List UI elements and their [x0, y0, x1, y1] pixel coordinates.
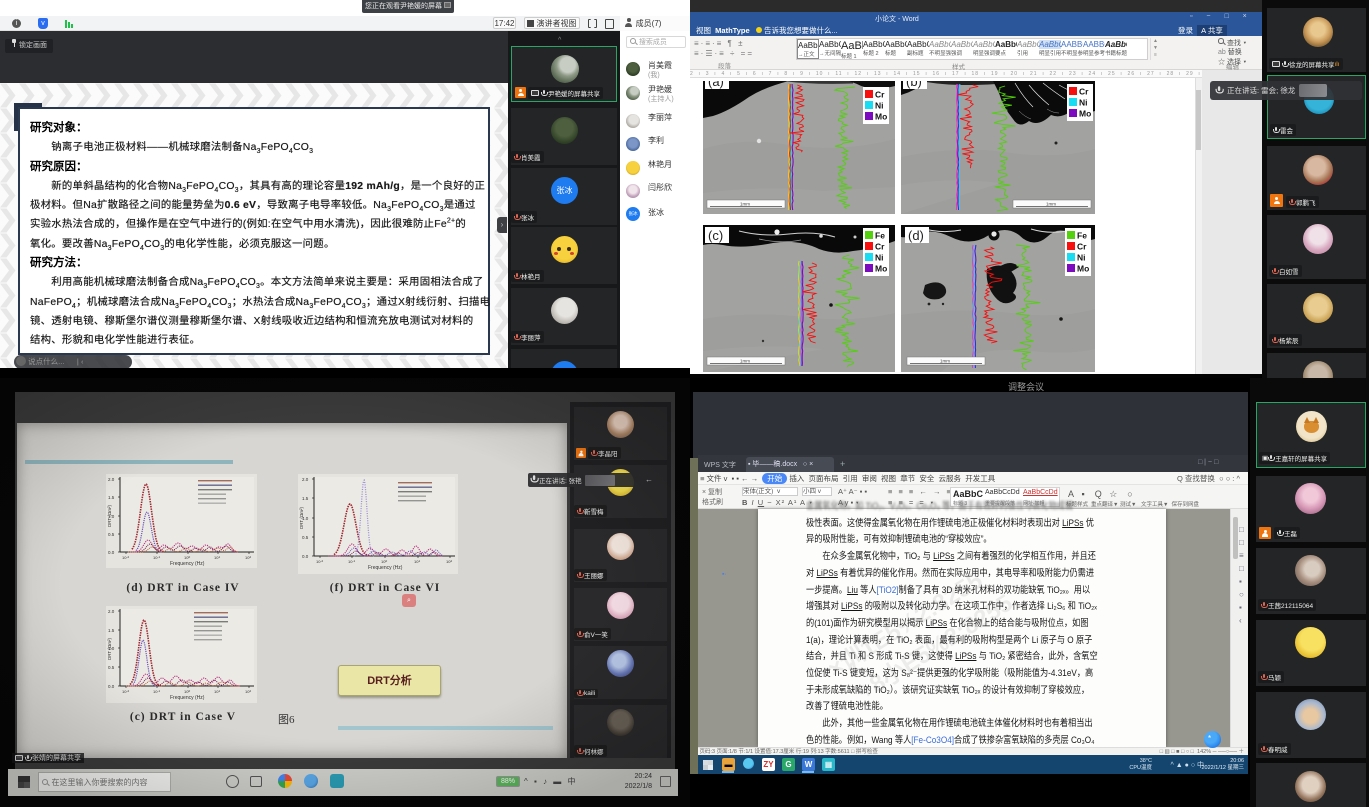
svg-text:Cr: Cr: [1077, 242, 1087, 252]
svg-text:Cr: Cr: [875, 90, 885, 100]
svg-text:(d): (d): [908, 228, 924, 243]
svg-text:2.0: 2.0: [108, 477, 115, 482]
svg-text:(b): (b): [906, 81, 922, 89]
svg-text:Ni: Ni: [875, 101, 884, 111]
svg-text:Mo: Mo: [875, 112, 887, 122]
svg-text:0.5: 0.5: [302, 535, 309, 540]
svg-text:Ni: Ni: [875, 253, 884, 263]
svg-text:Mo: Mo: [875, 264, 887, 274]
svg-text:0.0: 0.0: [302, 554, 309, 559]
svg-text:Mo: Mo: [1079, 109, 1091, 119]
svg-text:(a): (a): [708, 81, 724, 89]
svg-text:DRT (Ωm²): DRT (Ωm²): [107, 638, 112, 660]
svg-text:2.0: 2.0: [108, 609, 115, 614]
svg-text:Fe: Fe: [1077, 231, 1087, 241]
svg-text:(c): (c): [708, 228, 723, 243]
svg-text:1.5: 1.5: [302, 496, 309, 501]
svg-text:2.0: 2.0: [302, 477, 309, 482]
svg-text:0.0: 0.0: [108, 550, 115, 555]
svg-text:Mo: Mo: [1077, 264, 1089, 274]
svg-text:0.5: 0.5: [108, 532, 115, 537]
svg-text:Frequency (Hz): Frequency (Hz): [170, 561, 205, 567]
svg-text:1mm: 1mm: [1046, 202, 1056, 207]
svg-text:1.5: 1.5: [108, 628, 115, 633]
svg-text:DRT (Ωm²): DRT (Ωm²): [107, 505, 112, 527]
svg-text:Ni: Ni: [1079, 98, 1088, 108]
svg-text:Fe: Fe: [875, 231, 885, 241]
svg-text:Frequency (Hz): Frequency (Hz): [170, 695, 205, 701]
svg-text:Cr: Cr: [875, 242, 885, 252]
svg-text:Ni: Ni: [1077, 253, 1086, 263]
svg-text:1mm: 1mm: [740, 202, 750, 207]
svg-text:DRT (Ωm²): DRT (Ωm²): [299, 507, 304, 529]
svg-text:Frequency (Hz): Frequency (Hz): [368, 565, 403, 571]
svg-text:0.0: 0.0: [108, 684, 115, 689]
svg-text:Cr: Cr: [1079, 87, 1089, 97]
svg-text:1.5: 1.5: [108, 495, 115, 500]
svg-text:0.5: 0.5: [108, 665, 115, 670]
svg-text:1mm: 1mm: [940, 359, 950, 364]
svg-text:1mm: 1mm: [740, 359, 750, 364]
